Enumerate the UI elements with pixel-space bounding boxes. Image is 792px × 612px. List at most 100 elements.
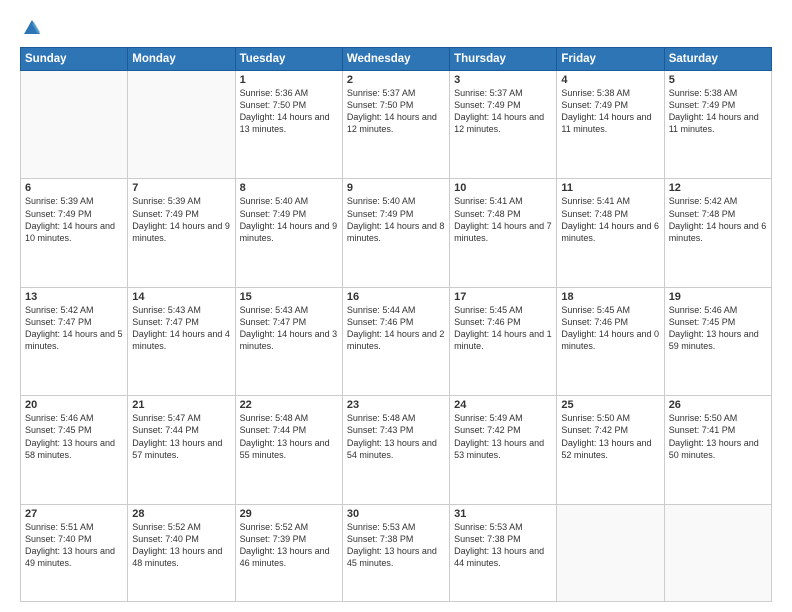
day-info: Sunrise: 5:45 AMSunset: 7:46 PMDaylight:…	[454, 304, 552, 353]
calendar-cell: 15Sunrise: 5:43 AMSunset: 7:47 PMDayligh…	[235, 287, 342, 395]
calendar-cell: 22Sunrise: 5:48 AMSunset: 7:44 PMDayligh…	[235, 396, 342, 504]
day-info: Sunrise: 5:41 AMSunset: 7:48 PMDaylight:…	[561, 195, 659, 244]
day-number: 24	[454, 399, 552, 411]
calendar-cell: 7Sunrise: 5:39 AMSunset: 7:49 PMDaylight…	[128, 179, 235, 287]
calendar-cell: 17Sunrise: 5:45 AMSunset: 7:46 PMDayligh…	[450, 287, 557, 395]
day-info: Sunrise: 5:37 AMSunset: 7:49 PMDaylight:…	[454, 87, 552, 136]
day-number: 15	[240, 291, 338, 303]
day-info: Sunrise: 5:46 AMSunset: 7:45 PMDaylight:…	[669, 304, 767, 353]
col-header-thursday: Thursday	[450, 48, 557, 71]
calendar-cell: 29Sunrise: 5:52 AMSunset: 7:39 PMDayligh…	[235, 504, 342, 601]
day-number: 14	[132, 291, 230, 303]
day-number: 12	[669, 182, 767, 194]
day-number: 25	[561, 399, 659, 411]
day-number: 20	[25, 399, 123, 411]
day-number: 2	[347, 74, 445, 86]
day-info: Sunrise: 5:40 AMSunset: 7:49 PMDaylight:…	[240, 195, 338, 244]
day-number: 26	[669, 399, 767, 411]
day-info: Sunrise: 5:49 AMSunset: 7:42 PMDaylight:…	[454, 412, 552, 461]
calendar-cell: 2Sunrise: 5:37 AMSunset: 7:50 PMDaylight…	[342, 71, 449, 179]
day-info: Sunrise: 5:42 AMSunset: 7:47 PMDaylight:…	[25, 304, 123, 353]
calendar-cell: 28Sunrise: 5:52 AMSunset: 7:40 PMDayligh…	[128, 504, 235, 601]
calendar-cell: 11Sunrise: 5:41 AMSunset: 7:48 PMDayligh…	[557, 179, 664, 287]
calendar-cell: 1Sunrise: 5:36 AMSunset: 7:50 PMDaylight…	[235, 71, 342, 179]
calendar-cell: 27Sunrise: 5:51 AMSunset: 7:40 PMDayligh…	[21, 504, 128, 601]
day-number: 13	[25, 291, 123, 303]
day-info: Sunrise: 5:37 AMSunset: 7:50 PMDaylight:…	[347, 87, 445, 136]
day-number: 8	[240, 182, 338, 194]
day-info: Sunrise: 5:47 AMSunset: 7:44 PMDaylight:…	[132, 412, 230, 461]
day-number: 30	[347, 508, 445, 520]
calendar-cell	[21, 71, 128, 179]
col-header-friday: Friday	[557, 48, 664, 71]
col-header-monday: Monday	[128, 48, 235, 71]
day-info: Sunrise: 5:42 AMSunset: 7:48 PMDaylight:…	[669, 195, 767, 244]
day-number: 27	[25, 508, 123, 520]
calendar-cell: 9Sunrise: 5:40 AMSunset: 7:49 PMDaylight…	[342, 179, 449, 287]
day-info: Sunrise: 5:44 AMSunset: 7:46 PMDaylight:…	[347, 304, 445, 353]
day-info: Sunrise: 5:52 AMSunset: 7:39 PMDaylight:…	[240, 521, 338, 570]
day-number: 17	[454, 291, 552, 303]
day-number: 23	[347, 399, 445, 411]
day-info: Sunrise: 5:39 AMSunset: 7:49 PMDaylight:…	[25, 195, 123, 244]
calendar-cell: 14Sunrise: 5:43 AMSunset: 7:47 PMDayligh…	[128, 287, 235, 395]
day-info: Sunrise: 5:40 AMSunset: 7:49 PMDaylight:…	[347, 195, 445, 244]
calendar-cell: 18Sunrise: 5:45 AMSunset: 7:46 PMDayligh…	[557, 287, 664, 395]
day-info: Sunrise: 5:38 AMSunset: 7:49 PMDaylight:…	[669, 87, 767, 136]
day-number: 7	[132, 182, 230, 194]
calendar-cell: 3Sunrise: 5:37 AMSunset: 7:49 PMDaylight…	[450, 71, 557, 179]
calendar-cell: 31Sunrise: 5:53 AMSunset: 7:38 PMDayligh…	[450, 504, 557, 601]
calendar-cell	[557, 504, 664, 601]
day-info: Sunrise: 5:48 AMSunset: 7:44 PMDaylight:…	[240, 412, 338, 461]
day-info: Sunrise: 5:48 AMSunset: 7:43 PMDaylight:…	[347, 412, 445, 461]
col-header-saturday: Saturday	[664, 48, 771, 71]
calendar-cell	[128, 71, 235, 179]
calendar-cell: 30Sunrise: 5:53 AMSunset: 7:38 PMDayligh…	[342, 504, 449, 601]
day-info: Sunrise: 5:50 AMSunset: 7:41 PMDaylight:…	[669, 412, 767, 461]
calendar-cell: 6Sunrise: 5:39 AMSunset: 7:49 PMDaylight…	[21, 179, 128, 287]
col-header-tuesday: Tuesday	[235, 48, 342, 71]
day-info: Sunrise: 5:43 AMSunset: 7:47 PMDaylight:…	[132, 304, 230, 353]
calendar-cell: 4Sunrise: 5:38 AMSunset: 7:49 PMDaylight…	[557, 71, 664, 179]
calendar-cell: 21Sunrise: 5:47 AMSunset: 7:44 PMDayligh…	[128, 396, 235, 504]
day-number: 4	[561, 74, 659, 86]
day-info: Sunrise: 5:43 AMSunset: 7:47 PMDaylight:…	[240, 304, 338, 353]
calendar-cell: 8Sunrise: 5:40 AMSunset: 7:49 PMDaylight…	[235, 179, 342, 287]
calendar-cell: 10Sunrise: 5:41 AMSunset: 7:48 PMDayligh…	[450, 179, 557, 287]
day-number: 11	[561, 182, 659, 194]
day-info: Sunrise: 5:41 AMSunset: 7:48 PMDaylight:…	[454, 195, 552, 244]
day-info: Sunrise: 5:45 AMSunset: 7:46 PMDaylight:…	[561, 304, 659, 353]
day-info: Sunrise: 5:36 AMSunset: 7:50 PMDaylight:…	[240, 87, 338, 136]
logo-wordmark	[20, 16, 42, 41]
calendar-table: SundayMondayTuesdayWednesdayThursdayFrid…	[20, 47, 772, 602]
day-info: Sunrise: 5:53 AMSunset: 7:38 PMDaylight:…	[454, 521, 552, 570]
day-number: 19	[669, 291, 767, 303]
day-number: 18	[561, 291, 659, 303]
calendar-cell: 16Sunrise: 5:44 AMSunset: 7:46 PMDayligh…	[342, 287, 449, 395]
col-header-wednesday: Wednesday	[342, 48, 449, 71]
day-number: 9	[347, 182, 445, 194]
col-header-sunday: Sunday	[21, 48, 128, 71]
page: SundayMondayTuesdayWednesdayThursdayFrid…	[0, 0, 792, 612]
day-number: 1	[240, 74, 338, 86]
day-info: Sunrise: 5:50 AMSunset: 7:42 PMDaylight:…	[561, 412, 659, 461]
logo-icon	[22, 16, 42, 36]
day-number: 28	[132, 508, 230, 520]
calendar-cell: 13Sunrise: 5:42 AMSunset: 7:47 PMDayligh…	[21, 287, 128, 395]
day-info: Sunrise: 5:53 AMSunset: 7:38 PMDaylight:…	[347, 521, 445, 570]
day-info: Sunrise: 5:51 AMSunset: 7:40 PMDaylight:…	[25, 521, 123, 570]
logo	[20, 16, 42, 41]
day-number: 10	[454, 182, 552, 194]
day-number: 21	[132, 399, 230, 411]
day-number: 31	[454, 508, 552, 520]
day-info: Sunrise: 5:52 AMSunset: 7:40 PMDaylight:…	[132, 521, 230, 570]
day-number: 29	[240, 508, 338, 520]
calendar-cell: 19Sunrise: 5:46 AMSunset: 7:45 PMDayligh…	[664, 287, 771, 395]
day-number: 22	[240, 399, 338, 411]
calendar-cell: 25Sunrise: 5:50 AMSunset: 7:42 PMDayligh…	[557, 396, 664, 504]
calendar-cell: 23Sunrise: 5:48 AMSunset: 7:43 PMDayligh…	[342, 396, 449, 504]
calendar-cell: 20Sunrise: 5:46 AMSunset: 7:45 PMDayligh…	[21, 396, 128, 504]
day-info: Sunrise: 5:46 AMSunset: 7:45 PMDaylight:…	[25, 412, 123, 461]
day-number: 3	[454, 74, 552, 86]
calendar-cell: 24Sunrise: 5:49 AMSunset: 7:42 PMDayligh…	[450, 396, 557, 504]
